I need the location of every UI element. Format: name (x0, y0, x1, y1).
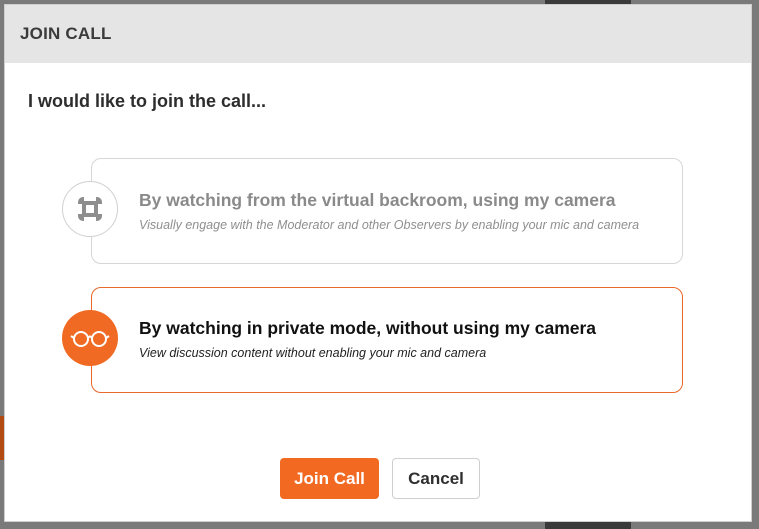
camera-focus-icon (62, 181, 118, 237)
option-camera-description: Visually engage with the Moderator and o… (139, 218, 640, 232)
option-camera-title: By watching from the virtual backroom, u… (139, 190, 616, 210)
option-camera-mode[interactable]: By watching from the virtual backroom, u… (62, 158, 683, 264)
option-private-title: By watching in private mode, without usi… (139, 318, 597, 338)
dialog-header: JOIN CALL (5, 5, 751, 63)
join-call-dialog: JOIN CALL I would like to join the call.… (4, 4, 752, 522)
background-element (545, 522, 631, 529)
option-private-description: View discussion content without enabling… (139, 346, 487, 360)
glasses-icon (62, 310, 118, 366)
cancel-button[interactable]: Cancel (392, 458, 480, 499)
dialog-prompt: I would like to join the call... (28, 91, 267, 111)
join-call-button[interactable]: Join Call (280, 458, 379, 499)
option-private-mode[interactable]: By watching in private mode, without usi… (62, 287, 683, 393)
dialog-title: JOIN CALL (20, 24, 112, 43)
